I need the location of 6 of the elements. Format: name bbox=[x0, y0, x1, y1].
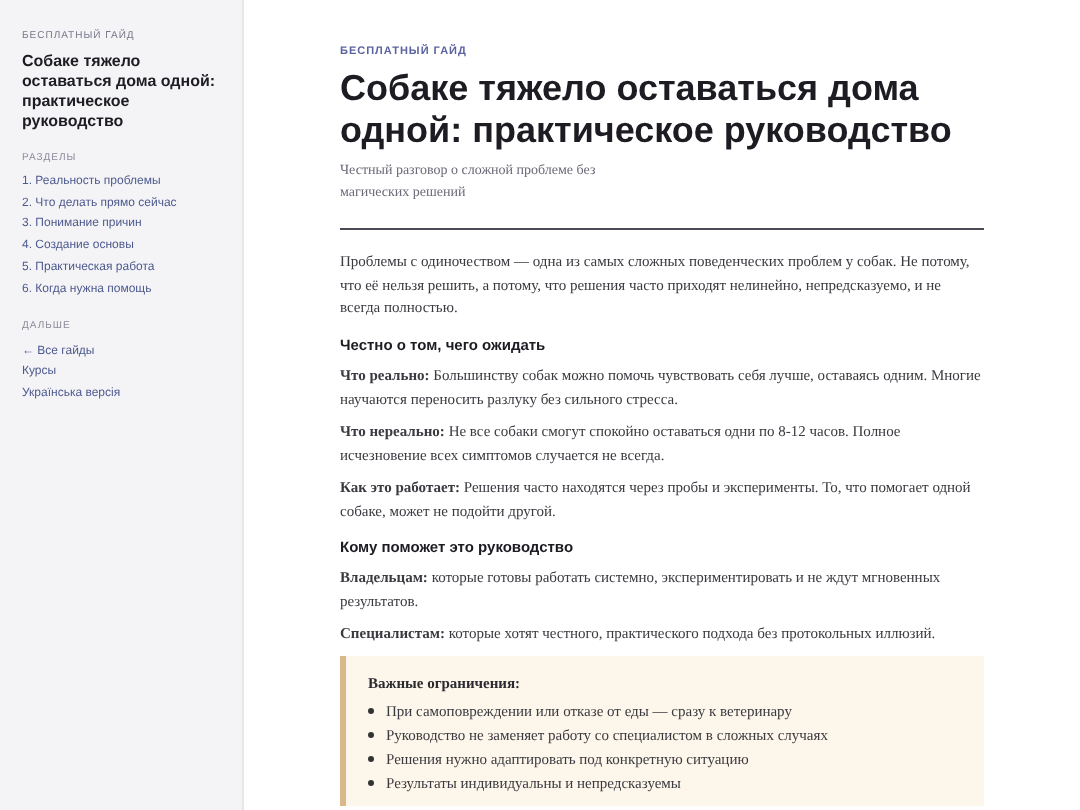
bullet-icon bbox=[368, 708, 374, 714]
bullet-icon bbox=[368, 732, 374, 738]
bullet-icon bbox=[368, 756, 374, 762]
sidebar-title: Собаке тяжело оставаться дома одной: практическое руководство bbox=[22, 51, 218, 131]
article-title: Собаке тяжело оставаться дома одной: практическое руководство bbox=[340, 68, 954, 153]
bullet-icon bbox=[368, 780, 374, 786]
